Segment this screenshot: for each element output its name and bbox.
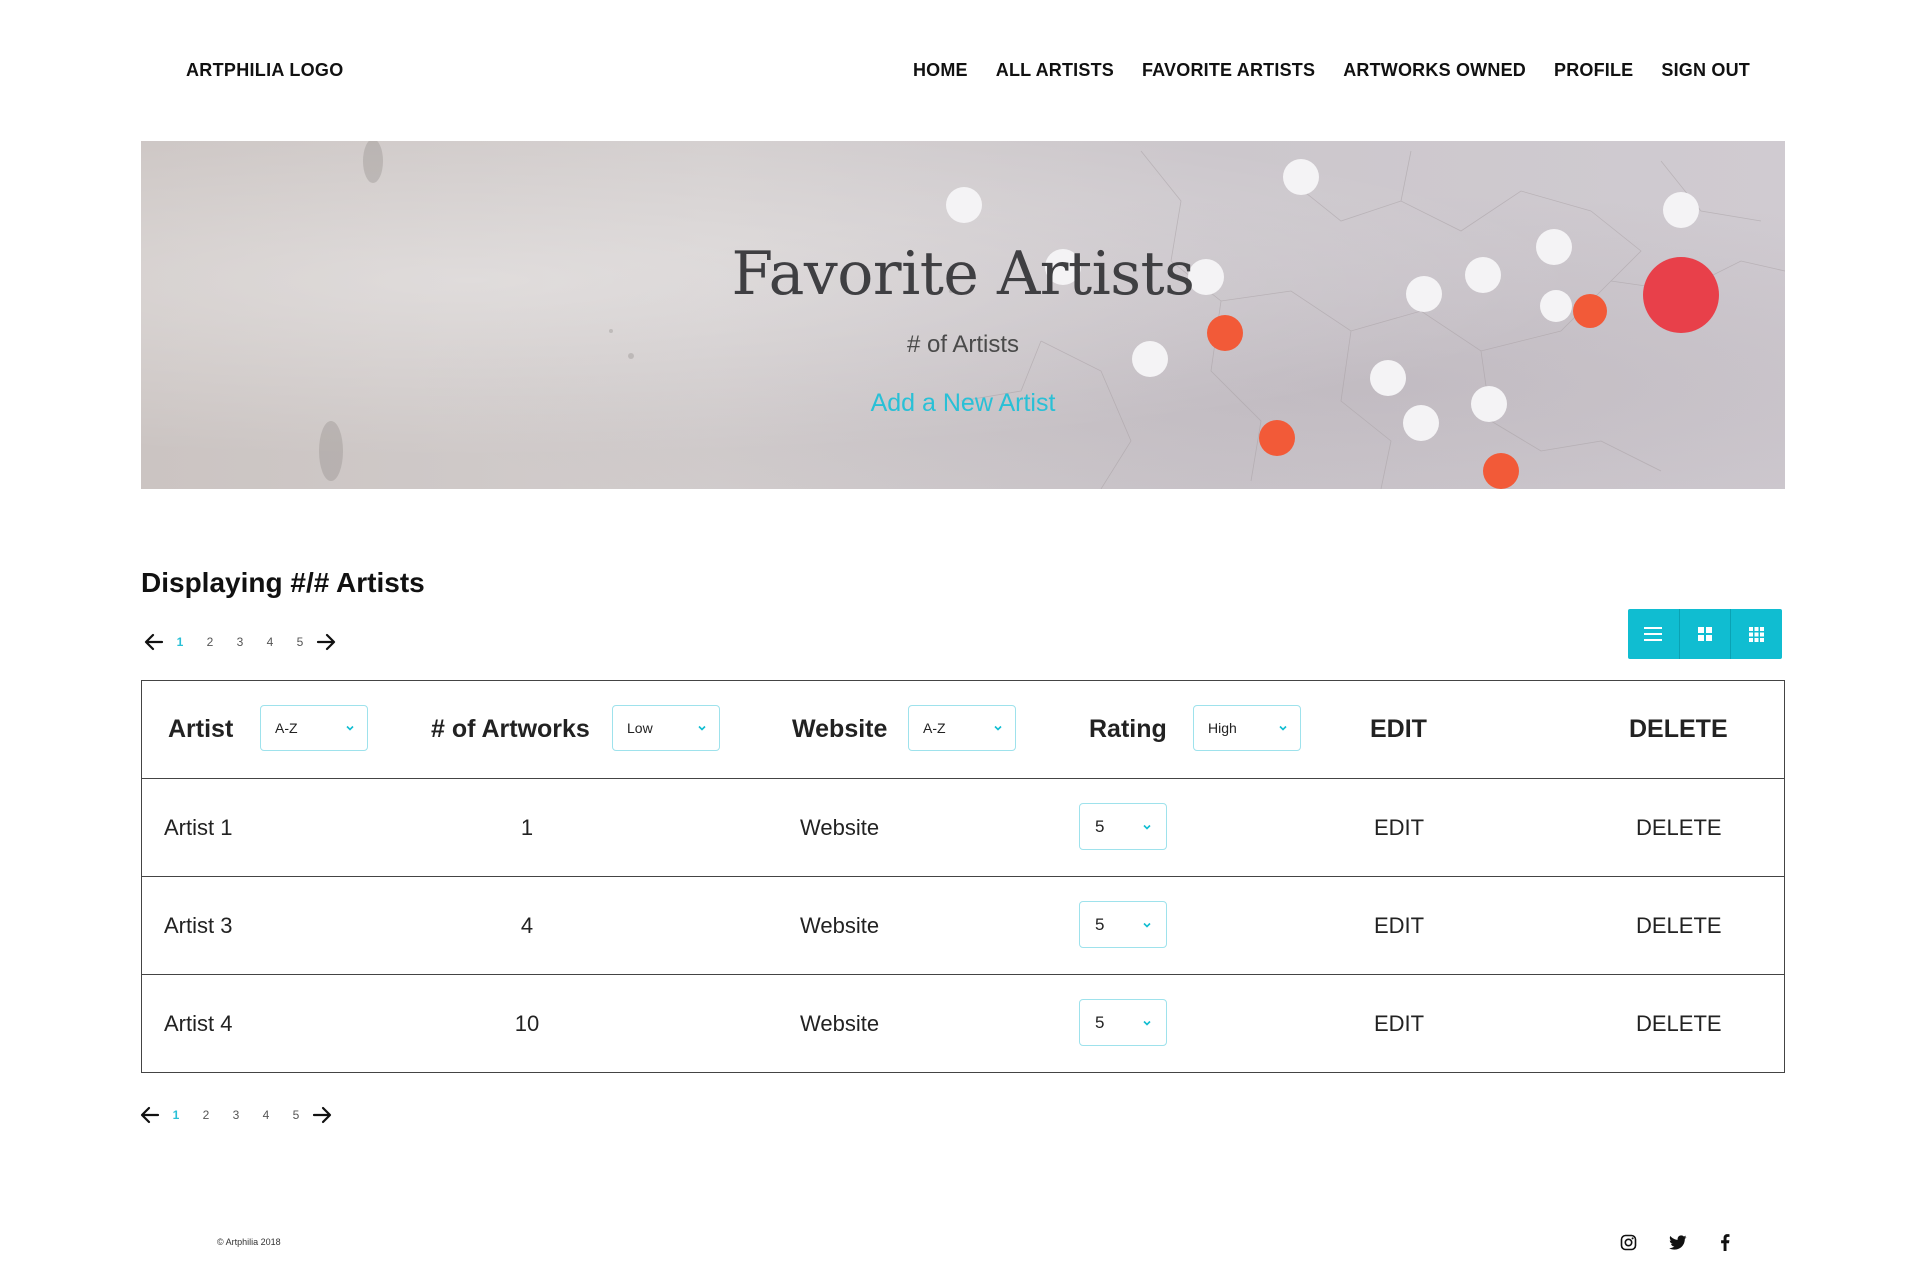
chevron-down-icon	[1143, 922, 1151, 928]
table-row: Artist 4 10 Website 5 EDIT DELETE	[142, 975, 1784, 1072]
header-rating: Rating	[1089, 715, 1167, 743]
page-5[interactable]: 5	[285, 635, 315, 649]
arrow-left-icon[interactable]	[139, 1104, 161, 1126]
arrow-right-icon[interactable]	[311, 1104, 333, 1126]
artist-sort-dropdown[interactable]: A-Z	[260, 705, 368, 751]
delete-button[interactable]: DELETE	[1636, 975, 1722, 1072]
chevron-down-icon	[994, 725, 1002, 731]
grid-view-button[interactable]	[1680, 609, 1732, 659]
instagram-icon	[1620, 1234, 1636, 1250]
rating-value: 5	[1095, 1012, 1105, 1032]
compact-grid-view-icon	[1749, 626, 1765, 642]
rating-dropdown[interactable]: 5	[1079, 999, 1167, 1046]
rating-sort-dropdown[interactable]: High	[1193, 705, 1301, 751]
website-link[interactable]: Website	[800, 779, 879, 876]
page-3[interactable]: 3	[221, 1108, 251, 1122]
header-website: Website	[792, 715, 888, 743]
artworks-count: 4	[520, 912, 534, 938]
list-view-icon	[1644, 627, 1663, 641]
page-4[interactable]: 4	[255, 635, 285, 649]
list-view-button[interactable]	[1628, 609, 1680, 659]
hero-banner: Favorite Artists # of Artists Add a New …	[141, 141, 1785, 489]
page-2[interactable]: 2	[191, 1108, 221, 1122]
compact-grid-view-button[interactable]	[1731, 609, 1782, 659]
add-new-artist-link[interactable]: Add a New Artist	[871, 389, 1056, 417]
page-title: Favorite Artists	[731, 239, 1195, 309]
nav-all-artists[interactable]: ALL ARTISTS	[996, 60, 1114, 81]
page-2[interactable]: 2	[195, 635, 225, 649]
nav-artworks-owned[interactable]: ARTWORKS OWNED	[1343, 60, 1526, 81]
page-5[interactable]: 5	[281, 1108, 311, 1122]
artworks-sort-dropdown[interactable]: Low	[612, 705, 720, 751]
chevron-down-icon	[1143, 824, 1151, 830]
website-link[interactable]: Website	[800, 975, 879, 1072]
pagination-bottom: 1 2 3 4 5	[139, 1104, 333, 1126]
chevron-down-icon	[698, 725, 706, 731]
arrow-left-icon[interactable]	[143, 631, 165, 653]
page-3[interactable]: 3	[225, 635, 255, 649]
site-logo[interactable]: ARTPHILIA LOGO	[186, 60, 344, 81]
page-4[interactable]: 4	[251, 1108, 281, 1122]
website-sort-value: A-Z	[923, 720, 946, 736]
header-edit: EDIT	[1370, 715, 1427, 743]
nav-home[interactable]: HOME	[913, 60, 968, 81]
rating-dropdown[interactable]: 5	[1079, 803, 1167, 850]
facebook-icon	[1721, 1233, 1730, 1251]
view-toggle	[1628, 609, 1782, 659]
instagram-link[interactable]	[1618, 1232, 1638, 1252]
twitter-icon	[1669, 1234, 1687, 1250]
artists-table: Artist A-Z # of Artworks Low Website A-Z…	[141, 680, 1785, 1073]
artist-name[interactable]: Artist 4	[164, 975, 232, 1072]
artist-count: # of Artists	[906, 331, 1020, 358]
edit-button[interactable]: EDIT	[1374, 975, 1424, 1072]
grid-view-icon	[1698, 627, 1712, 641]
add-artist-container: Add a New Artist	[141, 389, 1785, 418]
delete-button[interactable]: DELETE	[1636, 877, 1722, 974]
nav-favorite-artists[interactable]: FAVORITE ARTISTS	[1142, 60, 1315, 81]
chevron-down-icon	[1143, 1020, 1151, 1026]
website-link[interactable]: Website	[800, 877, 879, 974]
pagination-top: 1 2 3 4 5	[143, 631, 337, 653]
chevron-down-icon	[1279, 725, 1287, 731]
website-sort-dropdown[interactable]: A-Z	[908, 705, 1016, 751]
artworks-count: 1	[520, 814, 534, 840]
displaying-count: Displaying #/# Artists	[141, 567, 425, 598]
artworks-sort-value: Low	[627, 720, 653, 736]
rating-dropdown[interactable]: 5	[1079, 901, 1167, 948]
page-1[interactable]: 1	[161, 1108, 191, 1122]
twitter-link[interactable]	[1668, 1232, 1688, 1252]
header-artist: Artist	[168, 715, 234, 743]
edit-button[interactable]: EDIT	[1374, 877, 1424, 974]
artist-sort-value: A-Z	[275, 720, 298, 736]
artist-name[interactable]: Artist 1	[164, 779, 232, 876]
table-row: Artist 3 4 Website 5 EDIT DELETE	[142, 877, 1784, 975]
chevron-down-icon	[346, 725, 354, 731]
header-artworks: # of Artworks	[431, 715, 590, 743]
nav-profile[interactable]: PROFILE	[1554, 60, 1633, 81]
facebook-link[interactable]	[1715, 1232, 1735, 1252]
main-nav: HOME ALL ARTISTS FAVORITE ARTISTS ARTWOR…	[913, 60, 1750, 81]
edit-button[interactable]: EDIT	[1374, 779, 1424, 876]
nav-sign-out[interactable]: SIGN OUT	[1661, 60, 1750, 81]
header-delete: DELETE	[1629, 715, 1728, 743]
page-1[interactable]: 1	[165, 635, 195, 649]
table-row: Artist 1 1 Website 5 EDIT DELETE	[142, 779, 1784, 877]
rating-value: 5	[1095, 914, 1105, 934]
rating-sort-value: High	[1208, 720, 1237, 736]
artworks-count: 10	[514, 1010, 540, 1036]
hero-background-art	[319, 141, 1785, 489]
table-header: Artist A-Z # of Artworks Low Website A-Z…	[142, 681, 1784, 779]
arrow-right-icon[interactable]	[315, 631, 337, 653]
artist-name[interactable]: Artist 3	[164, 877, 232, 974]
copyright: © Artphilia 2018	[217, 1237, 281, 1247]
rating-value: 5	[1095, 816, 1105, 836]
delete-button[interactable]: DELETE	[1636, 779, 1722, 876]
